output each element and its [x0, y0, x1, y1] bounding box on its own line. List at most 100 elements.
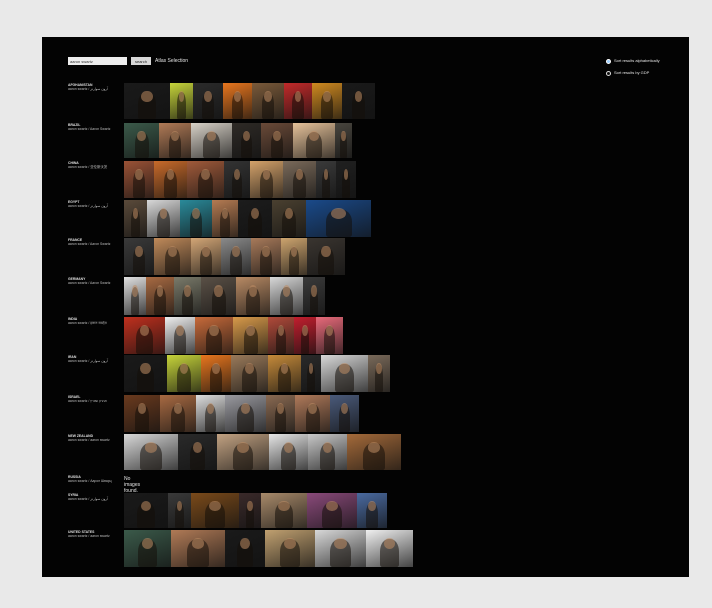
thumbnail-image[interactable] [160, 395, 196, 432]
thumbnail-image[interactable] [330, 395, 359, 432]
thumbnail-image[interactable] [270, 277, 303, 315]
thumbnail-image[interactable] [357, 493, 387, 528]
thumbnail-image[interactable] [201, 277, 236, 315]
thumbnail-image[interactable] [223, 83, 252, 119]
thumbnail-image[interactable] [252, 83, 284, 119]
thumbnail-image[interactable] [293, 123, 335, 158]
thumbnail-image[interactable] [154, 161, 187, 198]
thumbnail-image[interactable] [316, 161, 336, 198]
thumbnail-image[interactable] [284, 83, 312, 119]
thumbnail-image[interactable] [124, 161, 154, 198]
thumbnail-image[interactable] [225, 530, 265, 567]
thumbnail-image[interactable] [196, 395, 225, 432]
thumbnail-image[interactable] [124, 123, 159, 158]
thumbnail-image[interactable] [266, 395, 295, 432]
translated-query: aaron swartz / آرون سوارتز [68, 87, 108, 92]
thumbnail-image[interactable] [170, 83, 193, 119]
radio-icon[interactable] [606, 70, 611, 76]
thumbnail-image[interactable] [167, 355, 201, 392]
thumbnail-strip [124, 493, 387, 528]
thumbnail-image[interactable] [221, 238, 251, 275]
thumbnail-image[interactable] [268, 355, 301, 392]
thumbnail-image[interactable] [159, 123, 191, 158]
thumbnail-image[interactable] [124, 395, 160, 432]
thumbnail-image[interactable] [165, 317, 195, 354]
thumbnail-image[interactable] [124, 493, 168, 528]
thumbnail-image[interactable] [174, 277, 201, 315]
thumbnail-image[interactable] [124, 277, 146, 315]
thumbnail-image[interactable] [217, 434, 269, 470]
thumbnail-image[interactable] [124, 83, 170, 119]
thumbnail-image[interactable] [316, 317, 343, 354]
thumbnail-image[interactable] [238, 200, 272, 237]
thumbnail-image[interactable] [303, 277, 325, 315]
face-shape [282, 285, 291, 297]
thumbnail-image[interactable] [347, 434, 401, 470]
thumbnail-image[interactable] [124, 355, 167, 392]
thumbnail-image[interactable] [342, 83, 375, 119]
thumbnail-strip [124, 238, 345, 275]
thumbnail-image[interactable] [321, 355, 368, 392]
thumbnail-image[interactable] [368, 355, 390, 392]
thumbnail-image[interactable] [124, 530, 171, 567]
thumbnail-image[interactable] [232, 123, 261, 158]
thumbnail-image[interactable] [301, 355, 321, 392]
thumbnail-image[interactable] [195, 317, 233, 354]
thumbnail-image[interactable] [294, 317, 316, 354]
face-shape [326, 500, 338, 512]
thumbnail-image[interactable] [269, 434, 308, 470]
search-input[interactable] [68, 57, 127, 65]
thumbnail-image[interactable] [250, 161, 283, 198]
thumbnail-image[interactable] [154, 238, 191, 275]
thumbnail-image[interactable] [212, 200, 238, 237]
sort-alphabetically-option[interactable]: Sort results alphabetically [606, 58, 660, 64]
thumbnail-image[interactable] [306, 200, 371, 237]
thumbnail-image[interactable] [315, 530, 366, 567]
thumbnail-image[interactable] [201, 355, 231, 392]
thumbnail-image[interactable] [307, 493, 357, 528]
thumbnail-image[interactable] [191, 238, 221, 275]
thumbnail-image[interactable] [233, 317, 268, 354]
thumbnail-image[interactable] [272, 200, 306, 237]
sort-by-gdp-option[interactable]: Sort results by GDP [606, 70, 649, 76]
thumbnail-image[interactable] [281, 238, 307, 275]
thumbnail-image[interactable] [180, 200, 212, 237]
thumbnail-image[interactable] [193, 83, 223, 119]
thumbnail-image[interactable] [147, 200, 180, 237]
search-button[interactable]: search [131, 57, 151, 65]
face-shape [248, 285, 258, 297]
thumbnail-image[interactable] [251, 238, 281, 275]
thumbnail-image[interactable] [124, 434, 178, 470]
thumbnail-image[interactable] [265, 530, 315, 567]
thumbnail-image[interactable] [366, 530, 413, 567]
thumbnail-image[interactable] [268, 317, 294, 354]
thumbnail-image[interactable] [178, 434, 217, 470]
thumbnail-image[interactable] [224, 161, 250, 198]
thumbnail-image[interactable] [308, 434, 347, 470]
thumbnail-image[interactable] [239, 493, 261, 528]
thumbnail-image[interactable] [225, 395, 266, 432]
thumbnail-image[interactable] [124, 200, 147, 237]
thumbnail-image[interactable] [168, 493, 191, 528]
thumbnail-image[interactable] [146, 277, 174, 315]
face-shape [209, 325, 219, 337]
thumbnail-image[interactable] [283, 161, 316, 198]
thumbnail-image[interactable] [307, 238, 345, 275]
radio-icon[interactable] [606, 58, 611, 64]
thumbnail-image[interactable] [261, 123, 293, 158]
thumbnail-image[interactable] [312, 83, 342, 119]
thumbnail-image[interactable] [336, 161, 356, 198]
thumbnail-image[interactable] [261, 493, 307, 528]
face-shape [192, 441, 203, 453]
thumbnail-image[interactable] [124, 238, 154, 275]
thumbnail-image[interactable] [171, 530, 225, 567]
thumbnail-image[interactable] [335, 123, 352, 158]
thumbnail-image[interactable] [295, 395, 330, 432]
thumbnail-image[interactable] [124, 317, 165, 354]
face-shape [234, 90, 241, 102]
thumbnail-image[interactable] [236, 277, 270, 315]
thumbnail-image[interactable] [231, 355, 268, 392]
thumbnail-image[interactable] [191, 123, 232, 158]
thumbnail-image[interactable] [191, 493, 239, 528]
thumbnail-image[interactable] [187, 161, 224, 198]
